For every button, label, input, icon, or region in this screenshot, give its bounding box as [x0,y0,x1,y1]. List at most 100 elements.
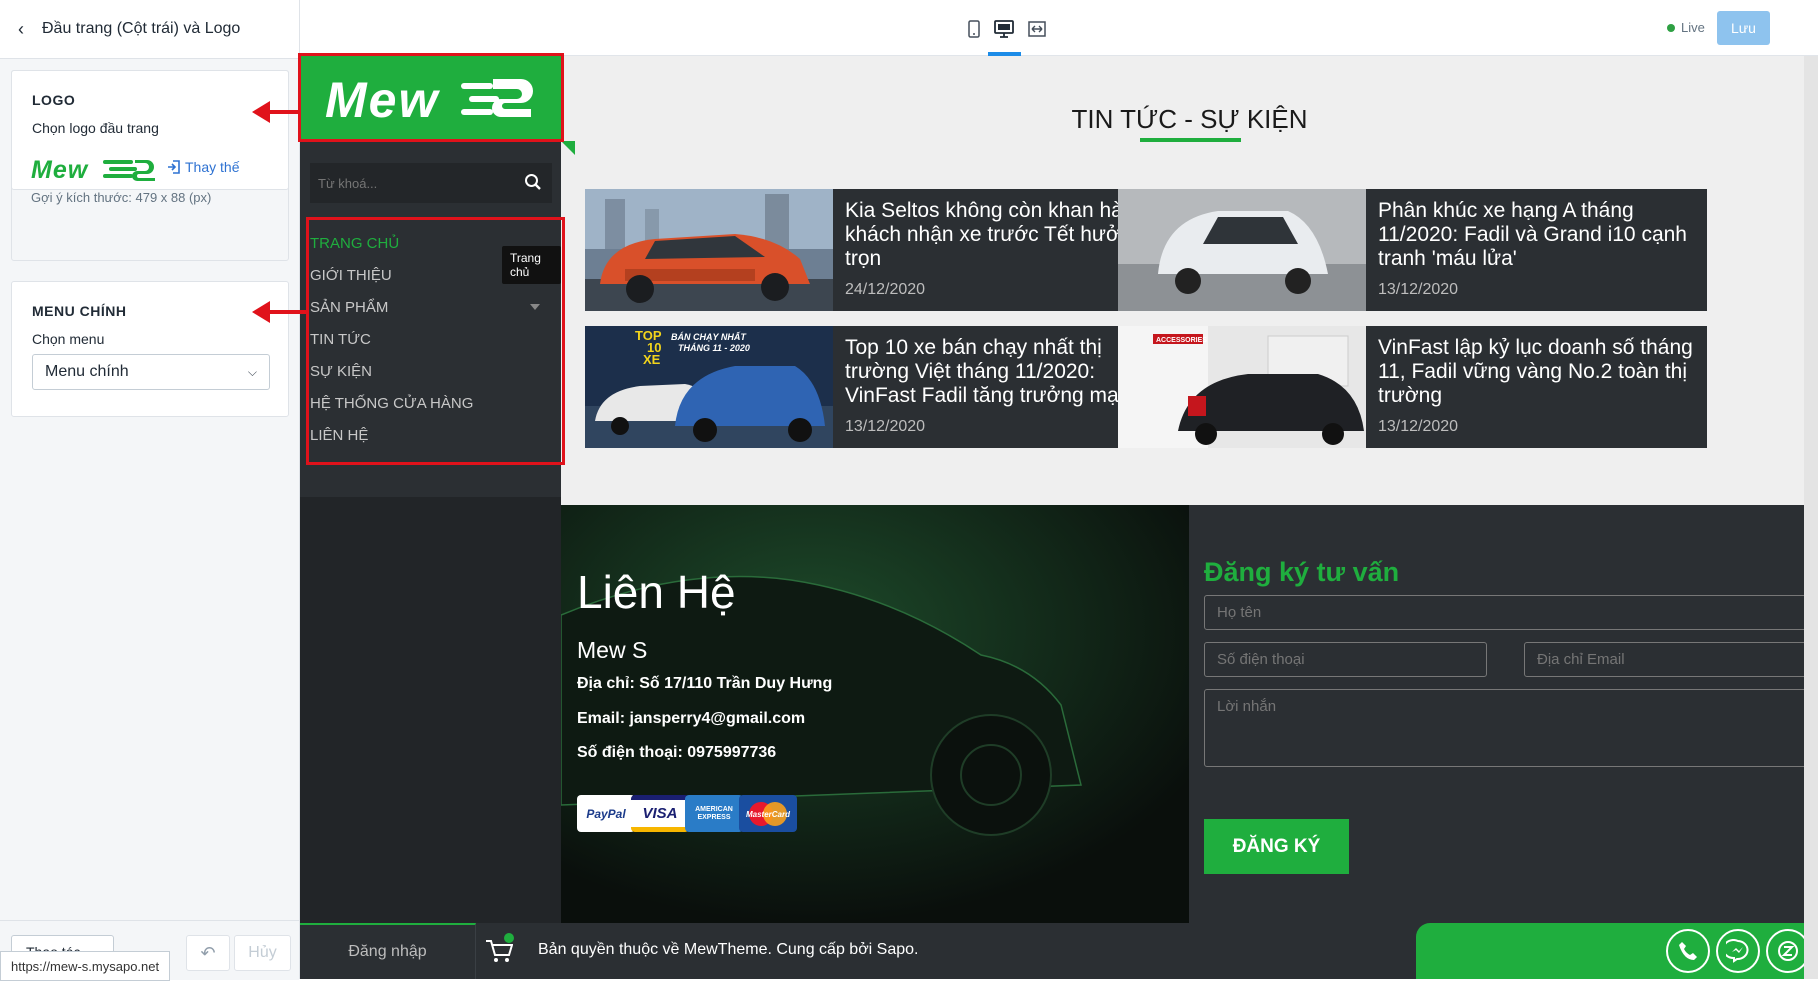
news-thumbnail [1118,189,1366,311]
sidebar-lower-area [300,497,561,979]
fullwidth-icon [1028,21,1046,37]
menu-card: MENU CHÍNH Chọn menu Menu chính ⌵ [11,281,289,417]
preview-scrollbar[interactable] [1804,56,1818,979]
cancel-label: Hủy [248,944,277,961]
menu-item-news[interactable]: TIN TỨC [310,323,540,355]
arrow-left-icon [252,101,300,123]
news-card[interactable]: Kia Seltos không còn khan hàng, khách nh… [585,189,1174,311]
mastercard-badge: MasterCard [739,795,797,832]
news-heading-underline [1140,138,1241,142]
car-photo-kia [585,189,833,311]
replace-logo-link[interactable]: Thay thế [167,159,239,175]
news-thumbnail [585,189,833,311]
mew-s-logo-image: Mew [31,156,155,183]
news-card[interactable]: ACCESSORIES VinFast lập kỷ lục doanh số … [1118,326,1707,448]
news-title: Kia Seltos không còn khan hàng, khách nh… [845,199,1153,270]
cart-badge [504,933,514,943]
site-sidebar: Mew TRANG CHỦ GIỚI THIỆU [300,56,561,979]
news-title: Phân khúc xe hạng A tháng 11/2020: Fadil… [1378,199,1687,270]
cart-button[interactable] [476,923,522,979]
back-button[interactable]: ‹ [0,19,42,40]
site-search-input[interactable] [316,174,520,192]
thumb-text: BÁN CHẠY NHẤT [671,331,747,342]
amex-badge: AMERICAN EXPRESS [685,795,743,832]
news-date: 13/12/2020 [1378,281,1459,298]
svg-text:Mew: Mew [31,156,89,183]
visa-badge: VISA [631,795,689,832]
floating-contact-bar [1416,923,1818,979]
paypal-badge: PayPal [577,795,635,832]
thumb-text: XE [643,352,661,367]
menu-select-value: Menu chính [45,363,129,380]
editor-topbar: Live Lưu [300,0,1818,56]
news-date: 13/12/2020 [1378,418,1459,435]
contact-phone: Số điện thoại: 0975997736 [577,744,777,761]
caret-down-icon[interactable] [530,304,540,310]
live-status: Live [1667,20,1705,35]
copyright-text: Bản quyền thuộc về MewTheme. Cung cấp bở… [538,941,919,958]
save-button[interactable]: Lưu [1717,11,1770,45]
device-fullwidth[interactable] [1026,18,1048,40]
menu-select[interactable]: Menu chính ⌵ [32,354,270,390]
theme-preview: TIN TỨC - SỰ KIỆN Kia Seltos không còn k… [300,56,1818,979]
news-date: 24/12/2020 [845,281,926,298]
phone-input[interactable] [1204,642,1487,677]
svg-text:Mew: Mew [325,72,440,128]
menu-item-events[interactable]: SỰ KIỆN [310,355,540,387]
phone-call-button[interactable] [1666,929,1710,973]
menu-card-heading: MENU CHÍNH [32,303,127,319]
undo-button[interactable]: ↶ [186,935,230,971]
device-mobile[interactable] [963,18,985,40]
settings-header: ‹ Đầu trang (Cột trái) và Logo [0,0,299,59]
site-logo[interactable]: Mew [300,56,561,141]
status-url: https://mew-s.mysapo.net [0,951,171,981]
contact-address: Địa chỉ: Số 17/110 Trần Duy Hưng [577,675,833,692]
chevron-left-icon: ‹ [18,18,24,39]
desktop-icon [994,20,1014,38]
email-input[interactable] [1524,642,1807,677]
zalo-icon [1778,941,1798,961]
contact-heading: Liên Hệ [577,566,736,618]
menu-item-products[interactable]: SẢN PHẨM [310,291,540,323]
login-link[interactable]: Đăng nhập [300,923,476,979]
settings-title: Đầu trang (Cột trái) và Logo [42,20,241,37]
news-card[interactable]: TOP 10 XE BÁN CHẠY NHẤT THÁNG 11 - 2020 … [585,326,1174,448]
form-heading: Đăng ký tư vấn [1204,557,1400,587]
contact-company: Mew S [577,637,648,663]
news-thumbnail: TOP 10 XE BÁN CHẠY NHẤT THÁNG 11 - 2020 [585,326,833,448]
messenger-button[interactable] [1716,929,1760,973]
svg-text:MasterCard: MasterCard [746,810,791,819]
chevron-down-icon: ⌵ [247,364,257,379]
logo-card-body: Mew Thay thế Gợi ý kích thước: 479 x 88 … [11,70,289,261]
menu-card-label: Chọn menu [32,331,105,347]
thumb-text: ACCESSORIES [1156,337,1207,344]
mobile-icon [968,20,980,38]
arrow-left-icon [252,301,308,323]
cancel-button[interactable]: Hủy [234,935,291,971]
site-footer: Đăng nhập Bản quyền thuộc về MewTheme. C… [300,923,1818,979]
mastercard-logo: MasterCard [746,801,791,826]
search-icon[interactable] [524,173,542,196]
mew-s-logo-image: Mew [325,72,533,128]
thumb-text: THÁNG 11 - 2020 [678,343,750,353]
site-search [310,163,552,203]
news-thumbnail: ACCESSORIES [1118,326,1366,448]
register-button[interactable]: ĐĂNG KÝ [1204,819,1349,874]
message-textarea[interactable] [1204,689,1807,767]
menu-tooltip: Trang chủ [502,246,561,284]
live-label: Live [1681,20,1705,35]
news-card[interactable]: Phân khúc xe hạng A tháng 11/2020: Fadil… [1118,189,1707,311]
contact-email: Email: jansperry4@gmail.com [577,710,806,727]
menu-item-stores[interactable]: HỆ THỐNG CỬA HÀNG [310,387,540,419]
menu-item-label: SẢN PHẨM [310,298,389,316]
news-heading: TIN TỨC - SỰ KIỆN [1071,104,1308,134]
messenger-icon [1726,939,1749,963]
device-desktop[interactable] [993,18,1015,40]
logo-size-hint: Gợi ý kích thước: 479 x 88 (px) [31,190,212,205]
phone-icon [1679,942,1697,960]
name-input[interactable] [1204,595,1807,630]
settings-panel: ‹ Đầu trang (Cột trái) và Logo LOGO Chọn… [0,0,300,981]
live-dot-icon [1667,23,1675,32]
menu-item-contact[interactable]: LIÊN HỆ [310,419,540,451]
news-title: VinFast lập kỷ lục doanh số tháng 11, Fa… [1378,336,1693,407]
